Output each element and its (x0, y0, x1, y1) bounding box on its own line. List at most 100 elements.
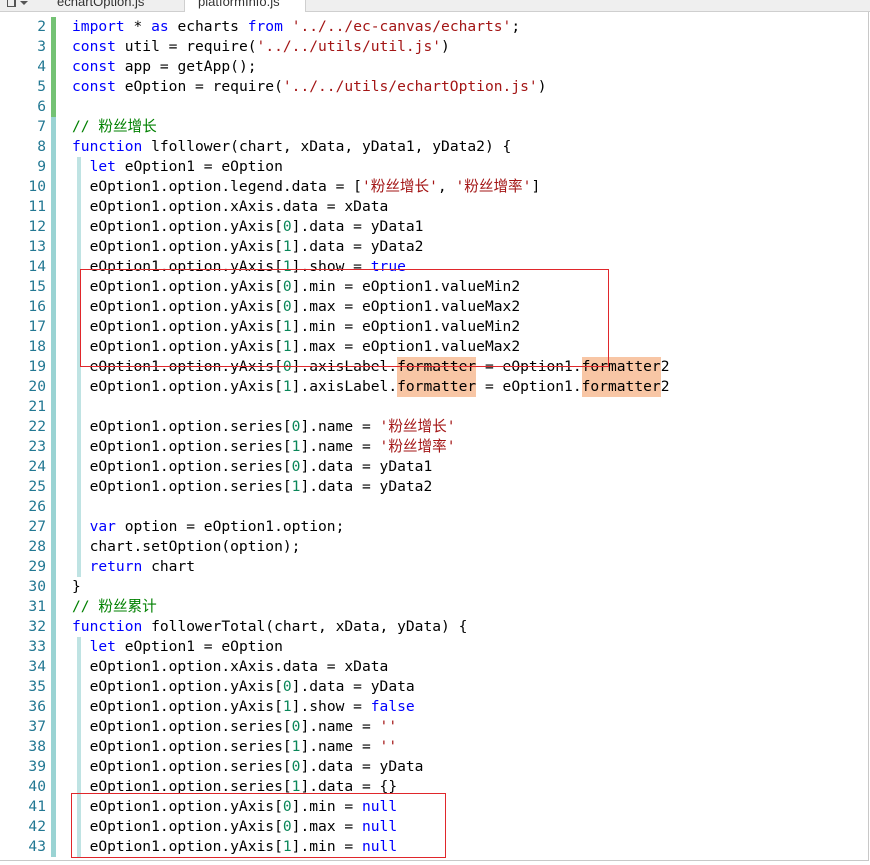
code-line[interactable]: 30} (0, 577, 862, 597)
line-number: 32 (28, 618, 46, 635)
keyword: var (89, 518, 116, 535)
code-line[interactable]: 23 eOption1.option.series[1].name = '粉丝增… (0, 437, 862, 457)
code-text: ].min = (291, 838, 362, 855)
line-content[interactable]: eOption1.option.legend.data = ['粉丝增长', '… (72, 177, 541, 197)
line-content[interactable]: eOption1.option.xAxis.data = xData (72, 657, 389, 677)
string-literal: '粉丝增率' (455, 178, 532, 195)
code-line[interactable]: 27 var option = eOption1.option; (0, 517, 862, 537)
code-line[interactable]: 9 let eOption1 = eOption (0, 157, 862, 177)
code-text: eOption1.option.series[ (72, 718, 292, 735)
code-line[interactable]: 28 chart.setOption(option); (0, 537, 862, 557)
line-content[interactable]: } (72, 577, 81, 597)
line-content[interactable]: // 粉丝累计 (72, 597, 157, 617)
code-line[interactable]: 33 let eOption1 = eOption (0, 637, 862, 657)
code-line[interactable]: 6 (0, 97, 862, 117)
line-content[interactable]: eOption1.option.yAxis[0].max = eOption1.… (72, 297, 521, 317)
code-line[interactable]: 35 eOption1.option.yAxis[0].data = yData (0, 677, 862, 697)
line-content[interactable]: eOption1.option.series[1].name = '粉丝增率' (72, 437, 456, 457)
line-content[interactable]: eOption1.option.series[0].data = yData (72, 757, 424, 777)
code-line[interactable]: 10 eOption1.option.legend.data = ['粉丝增长'… (0, 177, 862, 197)
line-content[interactable]: function followerTotal(chart, xData, yDa… (72, 617, 467, 637)
code-line[interactable]: 21 (0, 397, 862, 417)
code-line[interactable]: 20 eOption1.option.yAxis[1].axisLabel.fo… (0, 377, 862, 397)
code-editor[interactable]: 2 import * as echarts from '../../ec-canv… (0, 0, 870, 865)
line-number: 17 (28, 318, 46, 335)
line-content[interactable]: eOption1.option.yAxis[0].data = yData (72, 677, 415, 697)
code-line[interactable]: 36 eOption1.option.yAxis[1].show = false (0, 697, 862, 717)
line-content[interactable]: eOption1.option.series[0].data = yData1 (72, 457, 433, 477)
code-line[interactable]: 11 eOption1.option.xAxis.data = xData (0, 197, 862, 217)
line-content[interactable]: eOption1.option.series[1].data = {} (72, 777, 398, 797)
line-content[interactable]: return chart (72, 557, 195, 577)
code-line[interactable]: 32 function followerTotal(chart, xData, y… (0, 617, 862, 637)
code-line[interactable]: 7 // 粉丝增长 (0, 117, 862, 137)
code-line[interactable]: 37 eOption1.option.series[0].name = '' (0, 717, 862, 737)
line-content[interactable]: const util = require('../../utils/util.j… (72, 37, 450, 57)
line-content[interactable]: // 粉丝增长 (72, 117, 157, 137)
line-content[interactable]: import * as echarts from '../../ec-canva… (72, 17, 520, 37)
code-line[interactable]: 39 eOption1.option.series[0].data = yDat… (0, 757, 862, 777)
line-content[interactable]: eOption1.option.series[1].name = '' (72, 737, 398, 757)
code-line[interactable]: 19 eOption1.option.yAxis[0].axisLabel.fo… (0, 357, 862, 377)
code-text: ].max = (291, 818, 362, 835)
search-highlight: formatter (581, 357, 661, 377)
line-number: 33 (28, 638, 46, 655)
tab-echartoption-js[interactable]: echartOption.js (42, 0, 184, 12)
line-content[interactable]: function lfollower(chart, xData, yData1,… (72, 137, 511, 157)
line-content[interactable]: eOption1.option.yAxis[0].min = null (72, 797, 398, 817)
code-text: eOption1.option.yAxis[ (72, 258, 283, 275)
line-content[interactable]: eOption1.option.yAxis[0].max = null (72, 817, 398, 837)
code-line[interactable]: 25 eOption1.option.series[1].data = yDat… (0, 477, 862, 497)
code-line[interactable]: 16 eOption1.option.yAxis[0].max = eOptio… (0, 297, 862, 317)
line-content[interactable]: eOption1.option.yAxis[1].max = eOption1.… (72, 337, 521, 357)
line-content[interactable]: eOption1.option.yAxis[0].min = eOption1.… (72, 277, 521, 297)
line-content[interactable]: eOption1.option.yAxis[1].data = yData2 (72, 237, 424, 257)
line-content[interactable]: eOption1.option.yAxis[0].axisLabel.forma… (72, 357, 670, 377)
code-line[interactable]: 24 eOption1.option.series[0].data = yDat… (0, 457, 862, 477)
code-line[interactable]: 15 eOption1.option.yAxis[0].min = eOptio… (0, 277, 862, 297)
line-number: 34 (28, 658, 46, 675)
line-content[interactable]: eOption1.option.series[0].name = '' (72, 717, 398, 737)
line-content[interactable]: let eOption1 = eOption (72, 637, 283, 657)
code-line[interactable]: 34 eOption1.option.xAxis.data = xData (0, 657, 862, 677)
code-line[interactable]: 12 eOption1.option.yAxis[0].data = yData… (0, 217, 862, 237)
code-line[interactable]: 22 eOption1.option.series[0].name = '粉丝增… (0, 417, 862, 437)
line-content[interactable]: eOption1.option.yAxis[0].data = yData1 (72, 217, 424, 237)
code-line[interactable]: 42 eOption1.option.yAxis[0].max = null (0, 817, 862, 837)
code-line[interactable]: 26 (0, 497, 862, 517)
line-content[interactable]: chart.setOption(option); (72, 537, 301, 557)
code-line[interactable]: 31 // 粉丝累计 (0, 597, 862, 617)
code-line[interactable]: 41 eOption1.option.yAxis[0].min = null (0, 797, 862, 817)
line-content[interactable]: const app = getApp(); (72, 57, 257, 77)
code-text: ].name = (300, 438, 380, 455)
code-line[interactable]: 18 eOption1.option.yAxis[1].max = eOptio… (0, 337, 862, 357)
code-line[interactable]: 40 eOption1.option.series[1].data = {} (0, 777, 862, 797)
line-content[interactable]: var option = eOption1.option; (72, 517, 345, 537)
line-content[interactable]: eOption1.option.series[0].name = '粉丝增长' (72, 417, 456, 437)
keyword: let (89, 158, 116, 175)
code-line[interactable]: 2 import * as echarts from '../../ec-canv… (0, 17, 862, 37)
line-content[interactable]: eOption1.option.yAxis[1].axisLabel.forma… (72, 377, 670, 397)
line-content[interactable]: eOption1.option.yAxis[1].min = eOption1.… (72, 317, 521, 337)
code-line[interactable]: 17 eOption1.option.yAxis[1].min = eOptio… (0, 317, 862, 337)
number-literal: 1 (282, 238, 292, 255)
line-content[interactable]: eOption1.option.xAxis.data = xData (72, 197, 389, 217)
code-line[interactable]: 43 eOption1.option.yAxis[1].min = null (0, 837, 862, 857)
line-content[interactable]: let eOption1 = eOption (72, 157, 283, 177)
code-line[interactable]: 38 eOption1.option.series[1].name = '' (0, 737, 862, 757)
line-content[interactable]: eOption1.option.yAxis[1].show = true (72, 257, 406, 277)
code-line[interactable]: 13 eOption1.option.yAxis[1].data = yData… (0, 237, 862, 257)
code-line[interactable]: 8 function lfollower(chart, xData, yData1… (0, 137, 862, 157)
tab-list-button[interactable] (2, 0, 34, 12)
code-line[interactable]: 5 const eOption = require('../../utils/ec… (0, 77, 862, 97)
tab-platforminfo-js[interactable]: platformInfo.js (184, 0, 306, 12)
line-content[interactable]: eOption1.option.series[1].data = yData2 (72, 477, 433, 497)
code-line[interactable]: 14 eOption1.option.yAxis[1].show = true (0, 257, 862, 277)
code-line[interactable]: 29 return chart (0, 557, 862, 577)
code-text: lfollower(chart, xData, yData1, yData2) … (142, 138, 512, 155)
line-content[interactable]: const eOption = require('../../utils/ech… (72, 77, 546, 97)
code-line[interactable]: 4 const app = getApp(); (0, 57, 862, 77)
code-line[interactable]: 3 const util = require('../../utils/util.… (0, 37, 862, 57)
line-content[interactable]: eOption1.option.yAxis[1].min = null (72, 837, 398, 857)
line-content[interactable]: eOption1.option.yAxis[1].show = false (72, 697, 415, 717)
